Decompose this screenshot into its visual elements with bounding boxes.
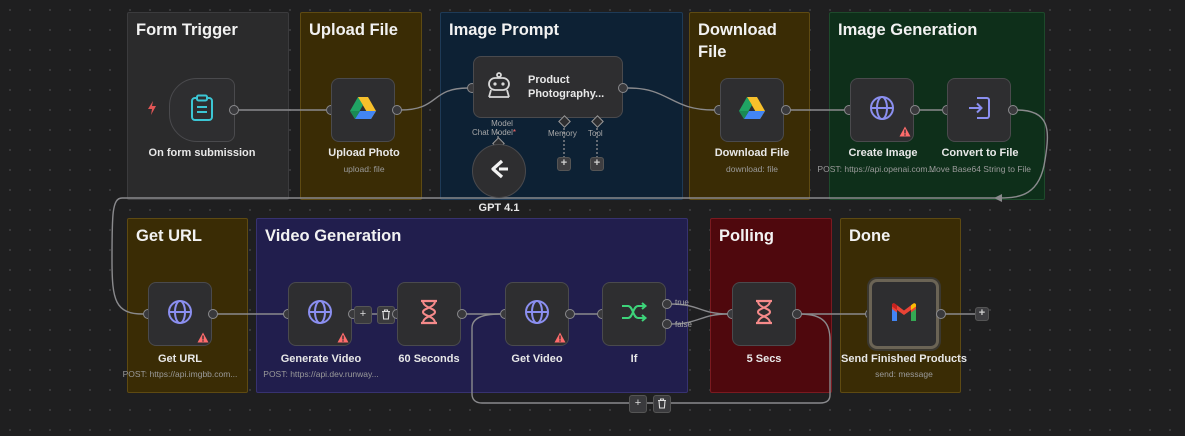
node-label: 60 Seconds — [398, 353, 460, 365]
convert-to-file-node[interactable] — [947, 78, 1011, 142]
add-tool-button[interactable]: + — [590, 157, 604, 171]
gmail-icon — [890, 301, 918, 328]
node-label: Convert to File — [941, 147, 1019, 159]
clipboard-icon — [189, 94, 215, 127]
node-label: Download File — [714, 147, 790, 159]
convert-to-file-icon — [966, 95, 992, 126]
output-port[interactable] — [781, 105, 791, 115]
node-label: Create Image — [848, 147, 918, 159]
true-output-port[interactable] — [662, 299, 672, 309]
false-branch-label: false — [675, 320, 692, 329]
output-port[interactable] — [457, 309, 467, 319]
trash-icon — [382, 309, 390, 320]
output-port[interactable] — [208, 309, 218, 319]
robot-icon — [484, 70, 514, 105]
node-label: Upload Photo — [328, 147, 400, 159]
warning-icon — [554, 330, 566, 348]
output-port[interactable] — [936, 309, 946, 319]
hourglass-icon — [753, 299, 775, 330]
output-port[interactable] — [392, 105, 402, 115]
node-subtitle: download: file — [726, 164, 778, 174]
product-photography-agent-node[interactable]: Product Photography... — [473, 56, 623, 118]
node-label: GPT 4.1 — [478, 202, 520, 214]
warning-icon — [899, 124, 911, 142]
download-file-node[interactable] — [720, 78, 784, 142]
node-label: On form submission — [148, 147, 256, 159]
output-port[interactable] — [792, 309, 802, 319]
output-port[interactable] — [910, 105, 920, 115]
node-label: 5 Secs — [746, 353, 782, 365]
google-drive-icon — [738, 96, 766, 125]
node-subtitle: POST: https://api.openai.com... — [817, 164, 935, 174]
globe-icon — [868, 94, 896, 127]
model-label: Model — [491, 119, 513, 128]
model-port-label: Model Chat Model* — [472, 119, 516, 137]
node-subtitle: send: message — [875, 369, 933, 379]
add-node-button[interactable]: + — [354, 306, 372, 324]
output-port[interactable] — [618, 83, 628, 93]
upload-photo-node[interactable] — [331, 78, 395, 142]
memory-port-label: Memory — [548, 129, 577, 138]
warning-icon — [197, 330, 209, 348]
node-label: Get URL — [158, 353, 202, 365]
if-node[interactable] — [602, 282, 666, 346]
wait-5-seconds-node[interactable] — [732, 282, 796, 346]
warning-icon — [337, 330, 349, 348]
output-port[interactable] — [1008, 105, 1018, 115]
node-subtitle: POST: https://api.imgbb.com... — [122, 369, 238, 379]
send-finished-products-node[interactable] — [869, 279, 939, 349]
node-subtitle: Move Base64 String to File — [928, 164, 1032, 174]
delete-connection-button[interactable] — [653, 395, 671, 413]
node-label: Get Video — [511, 353, 563, 365]
gpt-model-node[interactable] — [472, 144, 526, 198]
node-label: Generate Video — [280, 353, 362, 365]
form-trigger-node[interactable] — [169, 78, 235, 142]
add-node-button[interactable]: + — [629, 395, 647, 413]
add-memory-button[interactable]: + — [557, 157, 571, 171]
hourglass-icon — [418, 299, 440, 330]
openai-chat-icon — [486, 158, 512, 185]
false-output-port[interactable] — [662, 319, 672, 329]
node-subtitle: upload: file — [343, 164, 385, 174]
globe-icon — [166, 298, 194, 331]
node-subtitle: POST: https://api.dev.runway... — [263, 369, 379, 379]
output-port[interactable] — [565, 309, 575, 319]
node-label-line-1: Product — [528, 74, 570, 86]
required-marker: * — [512, 128, 517, 137]
chat-model-label: Chat Model — [472, 128, 513, 137]
node-label: If — [630, 353, 638, 365]
google-drive-icon — [349, 96, 377, 125]
tool-port-label: Tool — [588, 129, 603, 138]
trash-icon — [658, 398, 666, 409]
node-label: Send Finished Products — [841, 353, 967, 365]
output-port[interactable] — [229, 105, 239, 115]
branch-icon — [620, 300, 648, 329]
add-node-button[interactable]: + — [975, 307, 989, 321]
node-label-line-2: Photography... — [528, 88, 605, 100]
true-branch-label: true — [675, 298, 689, 307]
bolt-icon — [146, 100, 158, 121]
globe-icon — [306, 298, 334, 331]
wait-60-seconds-node[interactable] — [397, 282, 461, 346]
globe-icon — [523, 298, 551, 331]
